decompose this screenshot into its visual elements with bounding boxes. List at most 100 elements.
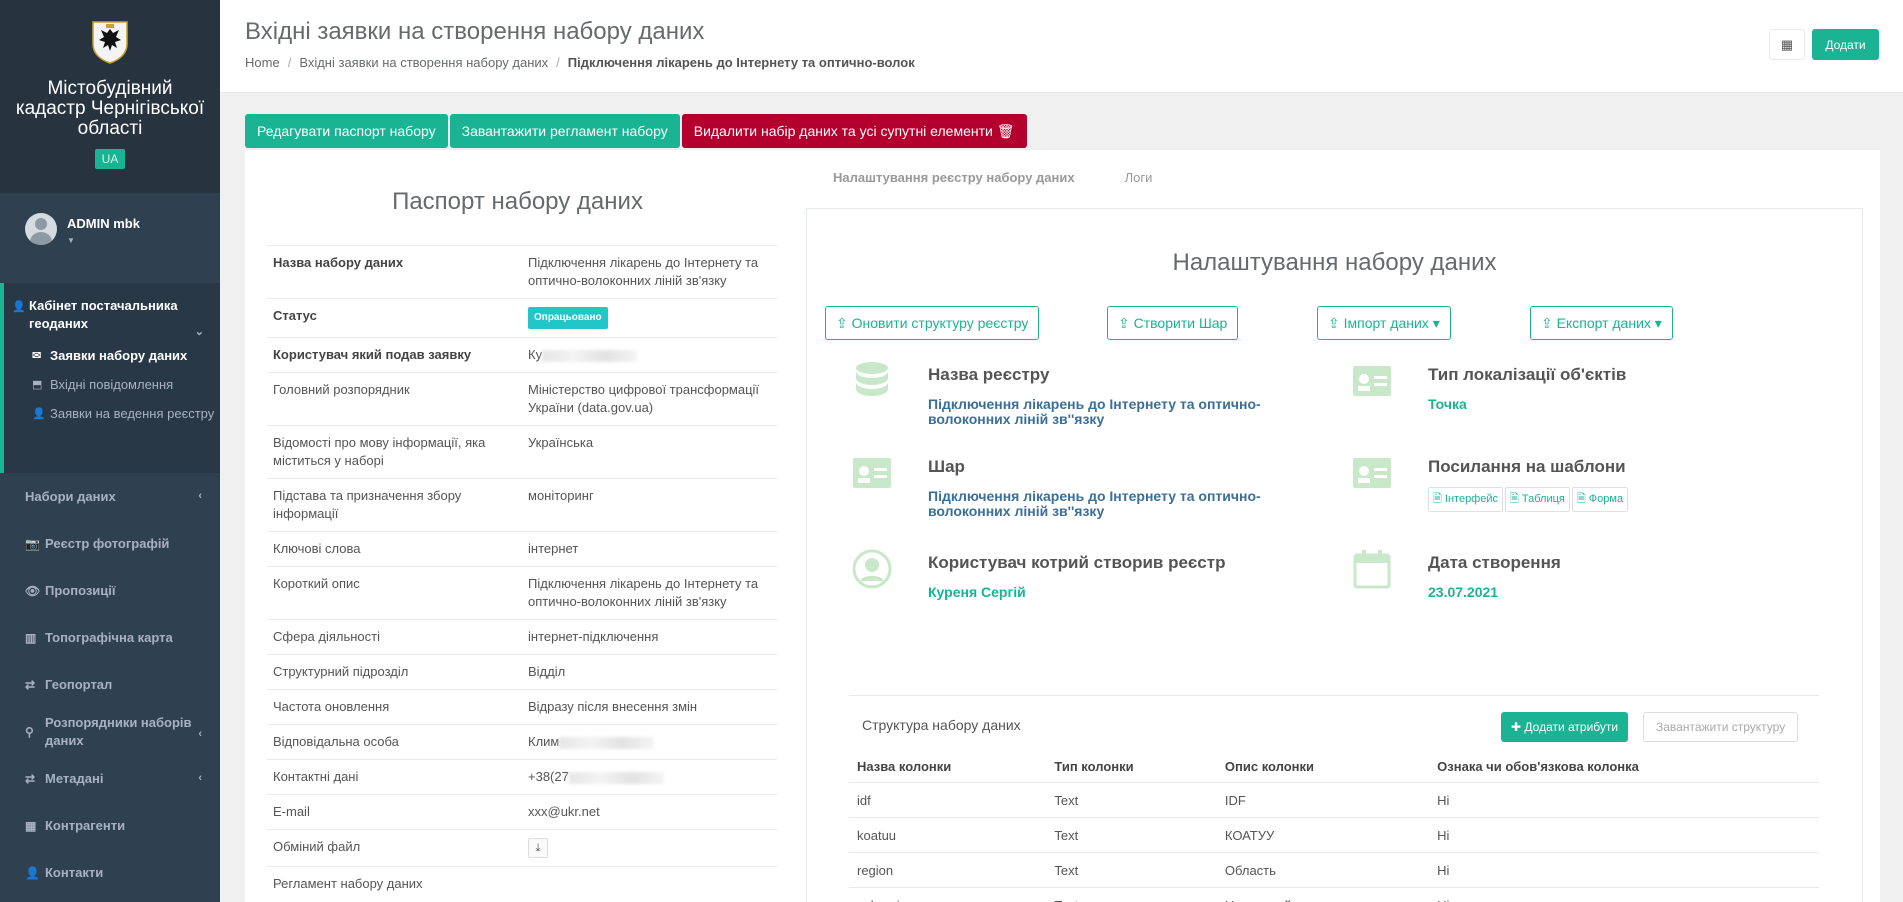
passport-key: Обміний файл — [267, 829, 522, 867]
passport-row: Відомості про мову інформації, яка місти… — [267, 425, 777, 479]
sidebar-item-proposals[interactable]: 👁 Пропозиції — [0, 567, 220, 614]
table-row: region Text Область Ні — [849, 852, 1819, 888]
settings-panel: Налаштування набору даних ⇪ Оновити стру… — [806, 208, 1863, 902]
delete-dataset-button[interactable]: Видалити набір даних та усі супутні елем… — [681, 114, 1027, 148]
sidebar-item-topomap[interactable]: ▥ Топографічна карта — [0, 614, 220, 661]
passport-value: Міністерство цифрової трансформації Укра… — [528, 382, 760, 415]
passport-value-cell: ⤓ — [522, 829, 777, 867]
coat-of-arms-logo — [92, 21, 128, 64]
passport-value-cell: Відразу після внесення змін — [522, 689, 777, 725]
table-view-button[interactable]: ▦ — [1769, 29, 1805, 60]
template-form-link[interactable]: 🗎 Форма — [1571, 487, 1629, 512]
passport-key: Головний розпорядник — [267, 372, 522, 426]
passport-row: Частота оновлення Відразу після внесення … — [267, 689, 777, 725]
passport-row: E-mail xxx@ukr.net — [267, 794, 777, 830]
button-label: Оновити структуру реєстру — [851, 315, 1029, 331]
template-interface-link[interactable]: 🗎 Інтерфейс — [1428, 487, 1503, 512]
sidebar-item-geoportal[interactable]: ⇄ Геопортал — [0, 661, 220, 708]
sidebar-item-managers[interactable]: ⚲ Розпорядники наборів даних ‹ — [0, 708, 220, 755]
cabinet-section: 👤 Кабінет постачальника геоданих ⌄ ✉ Зая… — [0, 283, 220, 473]
upload-icon: ⇪ — [1328, 314, 1340, 331]
add-button[interactable]: Додати — [1812, 29, 1879, 60]
refresh-structure-button[interactable]: ⇪ Оновити структуру реєстру — [825, 306, 1040, 340]
passport-value-cell: Відділ — [522, 654, 777, 690]
chevron-left-icon: ‹ — [198, 490, 202, 502]
edit-passport-button[interactable]: Редагувати паспорт набору — [245, 114, 448, 148]
breadcrumb-home[interactable]: Home — [245, 55, 280, 70]
table-cell: Ні — [1429, 887, 1819, 902]
table-row: koatuu Text КОАТУУ Ні — [849, 817, 1819, 853]
sidebar-item-inbox[interactable]: ⬒ Вхідні повідомлення — [4, 376, 220, 394]
import-data-button[interactable]: ⇪ Імпорт даних ▾ — [1317, 306, 1451, 340]
sidebar-item-contacts[interactable]: 👤 Контакти — [0, 849, 220, 896]
passport-value-cell: інтернет-підключення — [522, 619, 777, 655]
passport-value-cell: інтернет — [522, 531, 777, 567]
passport-value: моніторинг — [528, 488, 594, 503]
localization-value: Точка — [1428, 396, 1467, 412]
load-structure-button[interactable]: Завантажити структуру — [1643, 712, 1799, 742]
tab-registry-settings[interactable]: Налаштування реєстру набору даних — [833, 170, 1075, 185]
upload-icon: ⇪ — [1541, 314, 1553, 331]
breadcrumb-current: Підключення лікарень до Інтернету та опт… — [567, 55, 915, 70]
caret-down-icon: ▾ — [1654, 314, 1662, 331]
passport-row: Головний розпорядник Міністерство цифрово… — [267, 372, 777, 426]
table-cell: idf — [849, 782, 1047, 818]
sidebar-item-counterparties[interactable]: ▦ Контрагенти — [0, 802, 220, 849]
structure-title: Структура набору даних — [862, 717, 1021, 733]
created-date-block: Дата створення 23.07.2021 — [1352, 549, 1561, 600]
upload-regulation-button[interactable]: Завантажити регламент набору — [449, 114, 680, 148]
user-profile[interactable]: ADMIN mbk ▼ — [0, 193, 220, 283]
sidebar-item-metadata[interactable]: ⇄ Метадані ‹ — [0, 755, 220, 802]
registry-name-value[interactable]: Підключення лікарень до Інтернету та опт… — [928, 397, 1272, 427]
passport-value: Підключення лікарень до Інтернету та опт… — [528, 255, 759, 288]
passport-table: Назва набору даних Підключення лікарень д… — [267, 245, 777, 901]
redacted-text — [559, 736, 655, 749]
building-icon: ▦ — [25, 818, 37, 833]
passport-row: Користувач який подав заявку Ку — [267, 337, 777, 373]
passport-row: Сфера діяльності інтернет-підключення — [267, 619, 777, 655]
sidebar-item-photos[interactable]: 📷 Реєстр фотографій — [0, 520, 220, 567]
column-header: Опис колонки — [1216, 751, 1430, 783]
export-data-button[interactable]: ⇪ Експорт даних ▾ — [1530, 306, 1673, 340]
passport-key: Контактні дані — [267, 759, 522, 795]
action-bar: Редагувати паспорт набору Завантажити ре… — [245, 114, 1029, 148]
column-header: Тип колонки — [1046, 751, 1217, 783]
breadcrumb-requests[interactable]: Вхідні заявки на створення набору даних — [299, 55, 548, 70]
created-date-label: Дата створення — [1428, 553, 1561, 572]
passport-row: Контактні дані +38(27 — [267, 759, 777, 795]
passport-key: Статус — [267, 298, 522, 338]
plus-icon: ✚ — [1511, 720, 1522, 734]
template-label: Форма — [1588, 493, 1624, 505]
eye-icon: 👁 — [25, 583, 41, 598]
add-attributes-button[interactable]: ✚ Додати атрибути — [1501, 712, 1629, 742]
passport-row: Регламент набору даних — [267, 866, 777, 901]
tabs: Налаштування реєстру набору даних Логи — [833, 170, 1202, 185]
create-layer-button[interactable]: ⇪ Створити Шар — [1107, 306, 1239, 340]
download-icon[interactable]: ⤓ — [528, 838, 548, 858]
sidebar-item-label: Реєстр фотографій — [45, 536, 170, 551]
delete-label: Видалити набір даних та усі супутні елем… — [693, 123, 993, 139]
template-table-link[interactable]: 🗎 Таблиця — [1505, 487, 1570, 512]
cabinet-menu-toggle[interactable]: 👤 Кабінет постачальника геоданих ⌄ — [4, 297, 220, 338]
caret-down-icon[interactable]: ▼ — [67, 236, 140, 245]
sidebar-item-dataset-requests[interactable]: ✉ Заявки набору даних — [4, 347, 220, 365]
sidebar-item-label: Топографічна карта — [45, 630, 173, 645]
layer-value[interactable]: Підключення лікарень до Інтернету та опт… — [928, 489, 1272, 519]
table-cell: Text — [1046, 782, 1217, 818]
passport-value-cell — [522, 866, 777, 901]
upload-icon: ⇪ — [1118, 314, 1130, 331]
layer-block: Шар Підключення лікарень до Інтернету та … — [852, 453, 1272, 519]
tab-logs[interactable]: Логи — [1125, 170, 1153, 185]
language-badge[interactable]: UA — [94, 149, 126, 169]
layer-label: Шар — [928, 457, 965, 476]
inbox-icon: ⬒ — [32, 379, 43, 391]
settings-title: Налаштування набору даних — [1172, 249, 1497, 276]
sidebar-item-label: Пропозиції — [45, 583, 116, 598]
passport-value: інтернет — [528, 541, 579, 556]
sidebar-item-registry-requests[interactable]: 👤 Заявки на ведення реєстру — [4, 405, 220, 423]
passport-key: Назва набору даних — [267, 245, 522, 299]
passport-row: Ключові слова інтернет — [267, 531, 777, 567]
database-icon — [856, 362, 888, 396]
page-header: Вхідні заявки на створення набору даних … — [220, 0, 1903, 93]
sidebar-item-datasets[interactable]: Набори даних ‹ — [0, 473, 220, 520]
